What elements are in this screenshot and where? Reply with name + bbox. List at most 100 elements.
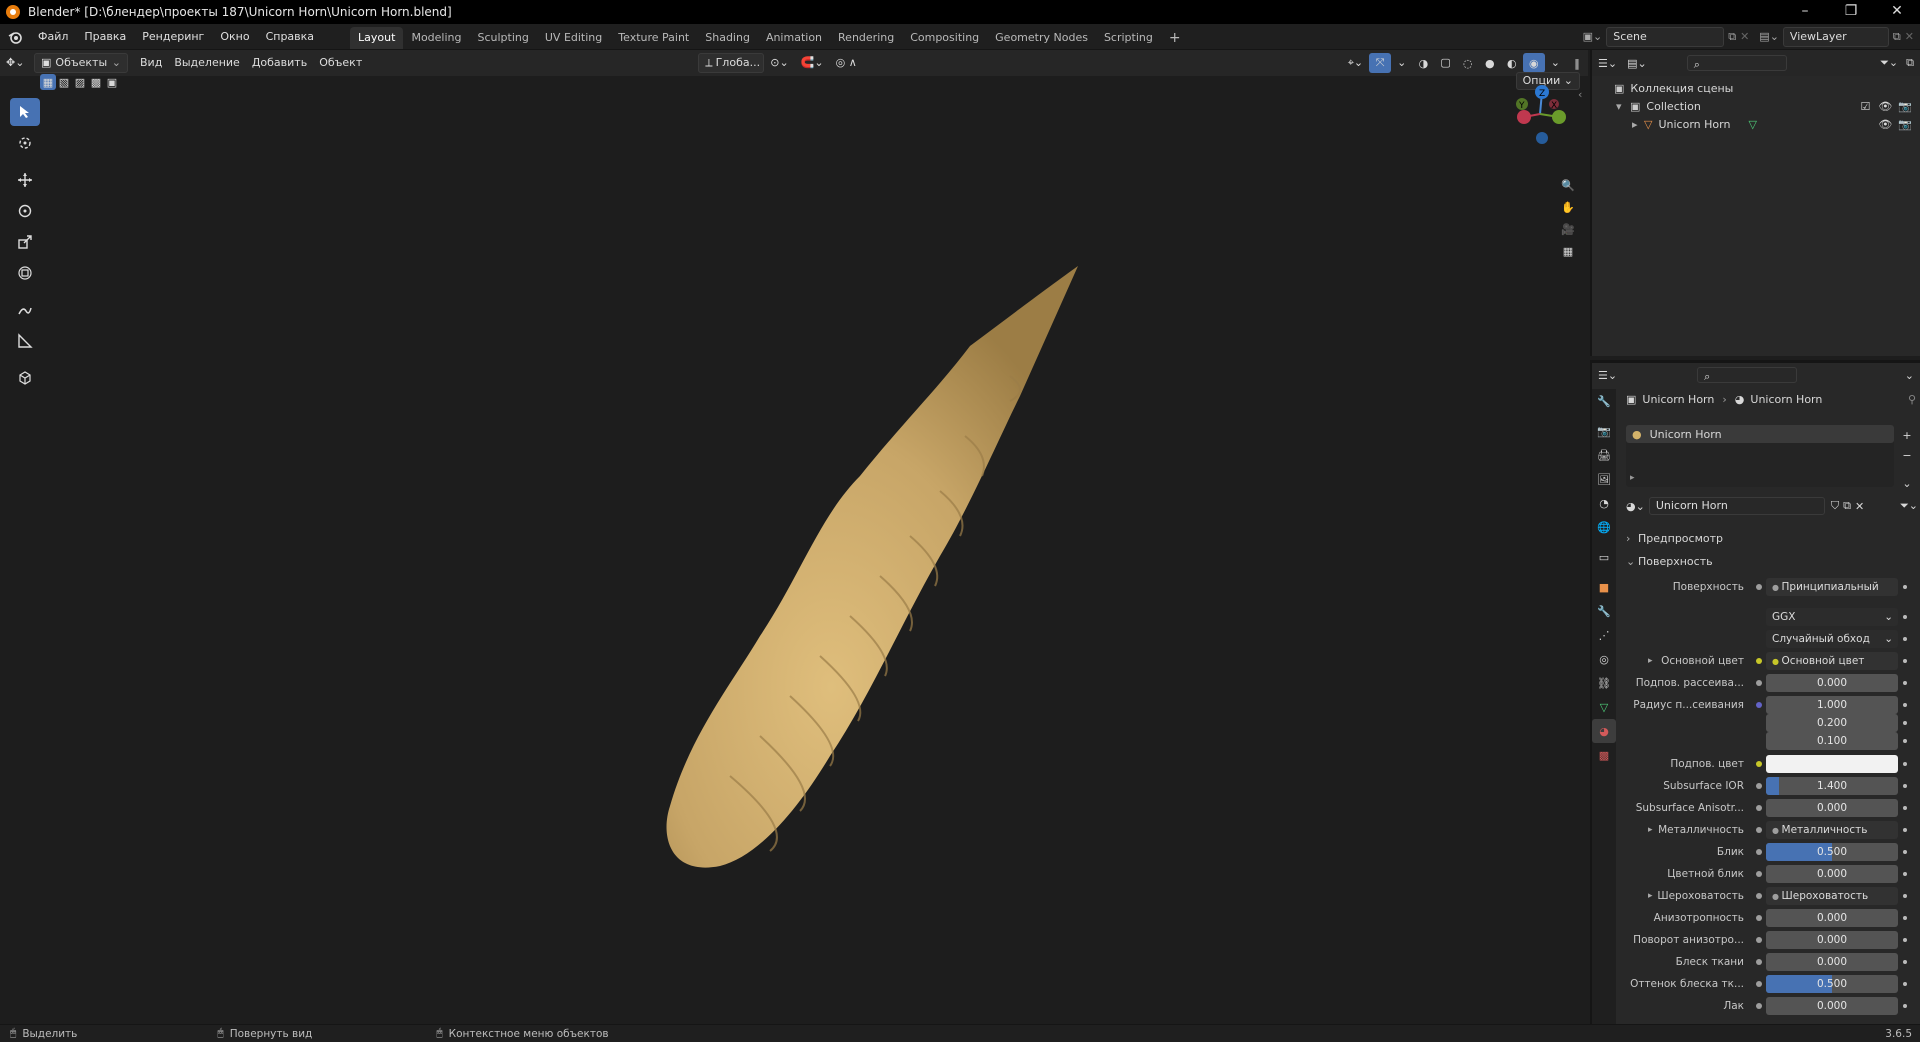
keyframe-dot-icon[interactable] [1898,806,1912,810]
linked-input-field[interactable]: ● Шероховатость [1766,887,1898,905]
render-camera-icon[interactable]: 📷 [1898,98,1912,116]
measure-tool-icon[interactable] [10,327,40,355]
scene-field[interactable]: Scene [1606,26,1725,47]
keyframe-dot-icon[interactable] [1898,828,1912,832]
restore-icon[interactable]: ❐ [1828,0,1874,24]
socket-dot-icon[interactable] [1752,981,1766,987]
shading-wireframe-icon[interactable]: ◌ [1457,53,1479,73]
expand-socket-icon[interactable]: ▸ [1648,891,1653,901]
properties-search-input[interactable]: ⌕ [1697,367,1798,383]
menu-file[interactable]: Файл [30,24,76,50]
view-layer-remove-icon[interactable]: ✕ [1905,30,1914,43]
color-swatch[interactable] [1766,755,1898,773]
tab-output-icon[interactable]: 🖨 [1592,443,1616,467]
expand-arrow-icon[interactable]: ▸ [1632,116,1644,134]
socket-dot-icon[interactable] [1752,827,1766,833]
properties-options-icon[interactable]: ⌄ [1905,369,1914,382]
number-field[interactable]: 0.500 [1766,843,1898,861]
number-field[interactable]: 0.200 [1766,714,1898,732]
outliner-editor-type-icon[interactable]: ☰⌄ [1598,57,1617,70]
socket-dot-icon[interactable] [1752,915,1766,921]
view-layer-new-icon[interactable]: ⧉ [1893,30,1901,44]
scale-tool-icon[interactable] [10,228,40,256]
menu-object[interactable]: Объект [313,53,368,73]
menu-help[interactable]: Справка [258,24,322,50]
visibility-eye-icon[interactable]: 👁 [1878,116,1892,134]
filter-icon[interactable]: ⏷⌄ [1880,56,1898,70]
keyframe-dot-icon[interactable] [1898,637,1912,641]
number-field[interactable]: 0.000 [1766,953,1898,971]
tab-material-icon[interactable]: ◕ [1592,719,1616,743]
keyframe-dot-icon[interactable] [1898,916,1912,920]
tab-world-icon[interactable]: 🌐 [1592,515,1616,539]
pivot-point-icon[interactable]: ⊙⌄ [764,53,794,73]
menu-select[interactable]: Выделение [168,53,246,73]
keyframe-dot-icon[interactable] [1898,1004,1912,1008]
number-field[interactable]: 1.000 [1766,696,1898,714]
new-collection-icon[interactable]: ⧉ [1906,56,1914,70]
gizmo-toggle-icon[interactable]: ⤧ [1369,53,1392,73]
select-box-tool-icon[interactable] [10,98,40,126]
socket-dot-icon[interactable] [1752,893,1766,899]
keyframe-dot-icon[interactable] [1898,960,1912,964]
minimize-icon[interactable]: – [1782,0,1828,24]
camera-view-icon[interactable]: 🎥 [1557,218,1579,240]
select-extend-icon[interactable]: ▧ [56,74,72,90]
tab-rendering[interactable]: Rendering [830,27,902,49]
tab-particles-icon[interactable]: ⋰ [1592,623,1616,647]
socket-dot-icon[interactable] [1752,658,1766,664]
number-field[interactable]: 0.000 [1766,909,1898,927]
zoom-icon[interactable]: 🔍 [1557,174,1579,196]
keyframe-dot-icon[interactable] [1898,894,1912,898]
tab-constraints-icon[interactable]: ⛓ [1592,671,1616,695]
number-field[interactable]: 0.000 [1766,931,1898,949]
annotate-tool-icon[interactable] [10,296,40,324]
pin-icon[interactable]: ⚲ [1908,393,1916,406]
tab-layout[interactable]: Layout [350,26,404,49]
preview-panel-header[interactable]: › Предпросмотр [1626,529,1918,547]
keyframe-dot-icon[interactable] [1898,659,1912,663]
snap-icon[interactable]: 🧲⌄ [795,53,830,73]
menu-edit[interactable]: Правка [76,24,134,50]
sidebar-toggle-icon[interactable]: ‹ [1578,88,1582,101]
scene-icon[interactable]: ▣⌄ [1583,30,1603,43]
socket-dot-icon[interactable] [1752,849,1766,855]
slot-menu-icon[interactable]: ⌄ [1896,473,1918,493]
linked-input-field[interactable]: ● Металличность [1766,821,1898,839]
gizmo-dropdown-icon[interactable]: ⌄ [1391,53,1412,73]
keyframe-dot-icon[interactable] [1898,762,1912,766]
editor-type-icon[interactable]: ✥⌄ [0,53,34,73]
tab-object-icon[interactable]: ■ [1592,575,1616,599]
tab-modeling[interactable]: Modeling [403,27,469,49]
add-slot-icon[interactable]: + [1896,425,1918,445]
socket-dot-icon[interactable] [1752,937,1766,943]
tab-tool-icon[interactable]: 🔧 [1592,389,1616,413]
tab-uv-editing[interactable]: UV Editing [537,27,610,49]
tab-collection-icon[interactable]: ▭ [1592,545,1616,569]
material-browse-icon[interactable]: ◕⌄ [1626,500,1645,513]
scene-remove-icon[interactable]: ✕ [1740,30,1749,43]
close-icon[interactable]: ✕ [1874,0,1920,24]
transform-tool-icon[interactable] [10,259,40,287]
tab-texture-icon[interactable]: ▩ [1592,743,1616,767]
tab-scene-icon[interactable]: ◔ [1592,491,1616,515]
visibility-eye-icon[interactable]: 👁 [1878,98,1892,116]
render-camera-icon[interactable]: 📷 [1898,116,1912,134]
socket-dot-icon[interactable] [1752,783,1766,789]
outliner-scene-collection[interactable]: ▣ Коллекция сцены [1592,80,1920,98]
socket-dot-icon[interactable] [1752,959,1766,965]
xray-toggle-icon[interactable]: ▢ [1434,53,1456,73]
view-layer-icon[interactable]: ▤⌄ [1759,30,1779,43]
mode-select[interactable]: ▣ Объекты ⌄ [34,53,128,73]
keyframe-dot-icon[interactable] [1898,739,1912,743]
menu-render[interactable]: Рендеринг [134,24,212,50]
exclude-checkbox-icon[interactable]: ☑ [1860,98,1870,116]
overlay-toggle-icon[interactable]: ◑ [1412,53,1434,73]
cursor-tool-icon[interactable] [10,129,40,157]
shading-material-icon[interactable]: ◐ [1501,53,1523,73]
expand-socket-icon[interactable]: ▸ [1648,825,1653,835]
select-new-icon[interactable]: ▦ [40,74,56,90]
menu-window[interactable]: Окно [212,24,257,50]
material-slot-item[interactable]: ● Unicorn Horn [1626,425,1894,443]
remove-slot-icon[interactable]: − [1896,445,1918,465]
